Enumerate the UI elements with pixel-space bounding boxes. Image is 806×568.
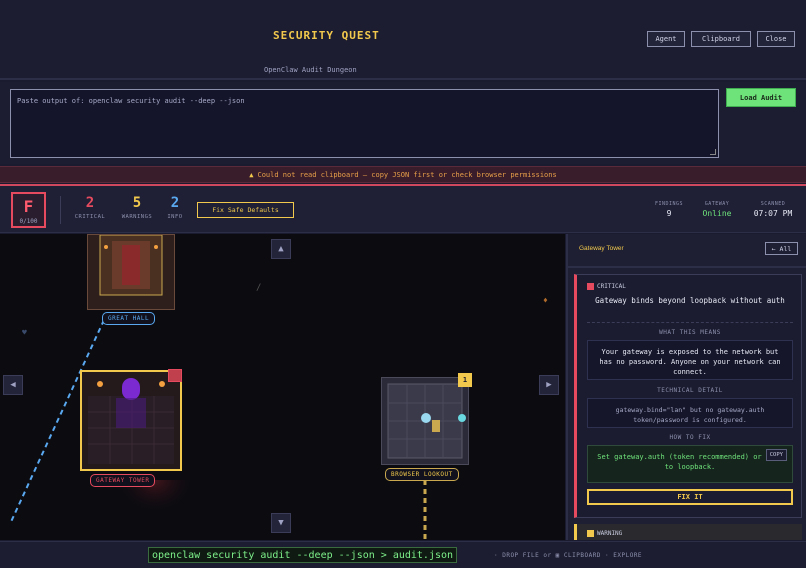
findings-value: 9 xyxy=(666,209,672,218)
app-title: SECURITY QUEST xyxy=(273,29,380,42)
severity-label: CRITICAL xyxy=(597,283,626,290)
grade-letter: F xyxy=(23,197,34,216)
copy-button[interactable]: COPY xyxy=(765,449,787,461)
info-count: 2 xyxy=(170,195,180,211)
paste-section: Paste output of: openclaw security audit… xyxy=(0,82,806,164)
warning-finding-card[interactable]: WARNING xyxy=(574,524,802,540)
audit-json-input[interactable]: Paste output of: openclaw security audit… xyxy=(10,89,719,158)
critical-count: 2 xyxy=(85,195,95,211)
warnings-count: 5 xyxy=(132,195,142,211)
meaning-text: Your gateway is exposed to the network b… xyxy=(587,340,793,380)
gateway-tower-art xyxy=(82,372,180,469)
divider xyxy=(587,322,793,323)
critical-icon xyxy=(587,283,594,290)
room-browser-lookout[interactable] xyxy=(381,377,469,465)
scanned-label: SCANNED xyxy=(760,201,786,207)
close-button[interactable]: Close xyxy=(757,31,795,47)
room-great-hall[interactable] xyxy=(87,234,175,310)
heart-icon: ♥ xyxy=(22,328,27,337)
load-audit-button[interactable]: Load Audit xyxy=(726,88,796,107)
clipboard-error-banner: ▲ Could not read clipboard — copy JSON f… xyxy=(0,166,806,183)
fix-instructions: Set gateway.auth (token recommended) or … xyxy=(587,445,793,483)
gateway-status: Online xyxy=(702,209,732,218)
clipboard-button[interactable]: Clipboard xyxy=(691,31,751,47)
browser-lookout-art xyxy=(382,378,468,464)
glow-effect xyxy=(120,480,190,540)
info-label: INFO xyxy=(167,214,183,220)
critical-label: CRITICAL xyxy=(74,214,106,220)
great-hall-art xyxy=(88,235,174,309)
footer-hints: · DROP FILE or ▣ CLIPBOARD · EXPLORE xyxy=(494,552,643,559)
severity-label: WARNING xyxy=(597,530,623,537)
gateway-label: GATEWAY xyxy=(704,201,730,207)
finding-card: CRITICAL Gateway binds beyond loopback w… xyxy=(574,274,802,518)
scanned-time: 07:07 PM xyxy=(753,209,793,218)
audit-command[interactable]: openclaw security audit --deep --json > … xyxy=(148,547,458,563)
panel-header: Gateway Tower ← All xyxy=(568,234,806,268)
findings-label: FINDINGS xyxy=(654,201,684,207)
severity-tag: CRITICAL xyxy=(587,283,626,290)
severity-tag: WARNING xyxy=(587,530,622,537)
error-message: Could not read clipboard — copy JSON fir… xyxy=(257,170,557,179)
agent-button[interactable]: Agent xyxy=(647,31,685,47)
divider xyxy=(60,196,61,224)
grade-score: 0/100 xyxy=(19,218,38,225)
detail-heading: TECHNICAL DETAIL xyxy=(657,387,723,394)
pan-up-button[interactable]: ▲ xyxy=(271,239,291,259)
resize-handle[interactable] xyxy=(710,149,716,155)
finding-title: Gateway binds beyond loopback without au… xyxy=(595,296,785,305)
back-to-all-button[interactable]: ← All xyxy=(765,242,798,255)
finding-detail-panel: Gateway Tower ← All CRITICAL Gateway bin… xyxy=(566,234,806,540)
critical-flag-icon xyxy=(168,369,182,382)
app-header: SECURITY QUEST OpenClaw Audit Dungeon Ag… xyxy=(0,0,806,80)
security-grade-badge: F 0/100 xyxy=(11,192,46,228)
pan-right-button[interactable]: ▶ xyxy=(539,375,559,395)
dungeon-map[interactable]: ♥ / ♦ GREAT HALL GATEWAY TOWER 1 BROWSER… xyxy=(0,234,565,540)
torch-icon: ♦ xyxy=(543,296,548,305)
warning-triangle-icon: ▲ xyxy=(249,170,254,179)
finding-count-badge: 1 xyxy=(458,373,472,387)
room-label-great-hall[interactable]: GREAT HALL xyxy=(102,312,156,325)
meaning-heading: WHAT THIS MEANS xyxy=(659,329,721,336)
fix-heading: HOW TO FIX xyxy=(669,434,711,441)
room-label-gateway-tower[interactable]: GATEWAY TOWER xyxy=(90,474,156,487)
fix-text: Set gateway.auth (token recommended) or … xyxy=(597,453,783,471)
audit-summary-bar: F 0/100 2 CRITICAL 5 WARNINGS 2 INFO Fix… xyxy=(0,184,806,233)
technical-detail-text: gateway.bind="lan" but no gateway.auth t… xyxy=(587,398,793,428)
room-gateway-tower[interactable] xyxy=(80,370,182,471)
pan-down-button[interactable]: ▼ xyxy=(271,513,291,533)
footer-bar: openclaw security audit --deep --json > … xyxy=(0,541,806,568)
fix-it-button[interactable]: FIX IT xyxy=(587,489,793,505)
sword-icon: / xyxy=(256,283,261,293)
warnings-label: WARNINGS xyxy=(121,214,153,220)
panel-room-title: Gateway Tower xyxy=(579,245,624,252)
pan-left-button[interactable]: ◀ xyxy=(3,375,23,395)
app-subtitle: OpenClaw Audit Dungeon xyxy=(264,66,357,74)
fix-safe-defaults-button[interactable]: Fix Safe Defaults xyxy=(197,202,294,218)
room-label-browser-lookout[interactable]: BROWSER LOOKOUT xyxy=(385,468,459,481)
warning-icon xyxy=(587,530,594,537)
